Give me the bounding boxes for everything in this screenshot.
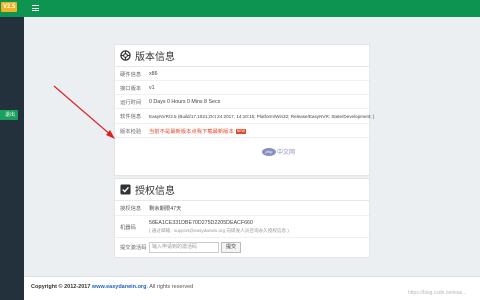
red-arrow-annotation (53, 85, 115, 139)
url-watermark: https://blog.csdn.net/eas... (408, 290, 467, 296)
copyright-suffix: . All rights reserved (146, 284, 194, 290)
footer: Copyright © 2012-2017 www.easydarwin.org… (24, 276, 480, 300)
footer-brand-link[interactable]: www.easydarwin.org (92, 284, 147, 290)
copyright-text: Copyright © 2012-2017 (31, 284, 92, 290)
